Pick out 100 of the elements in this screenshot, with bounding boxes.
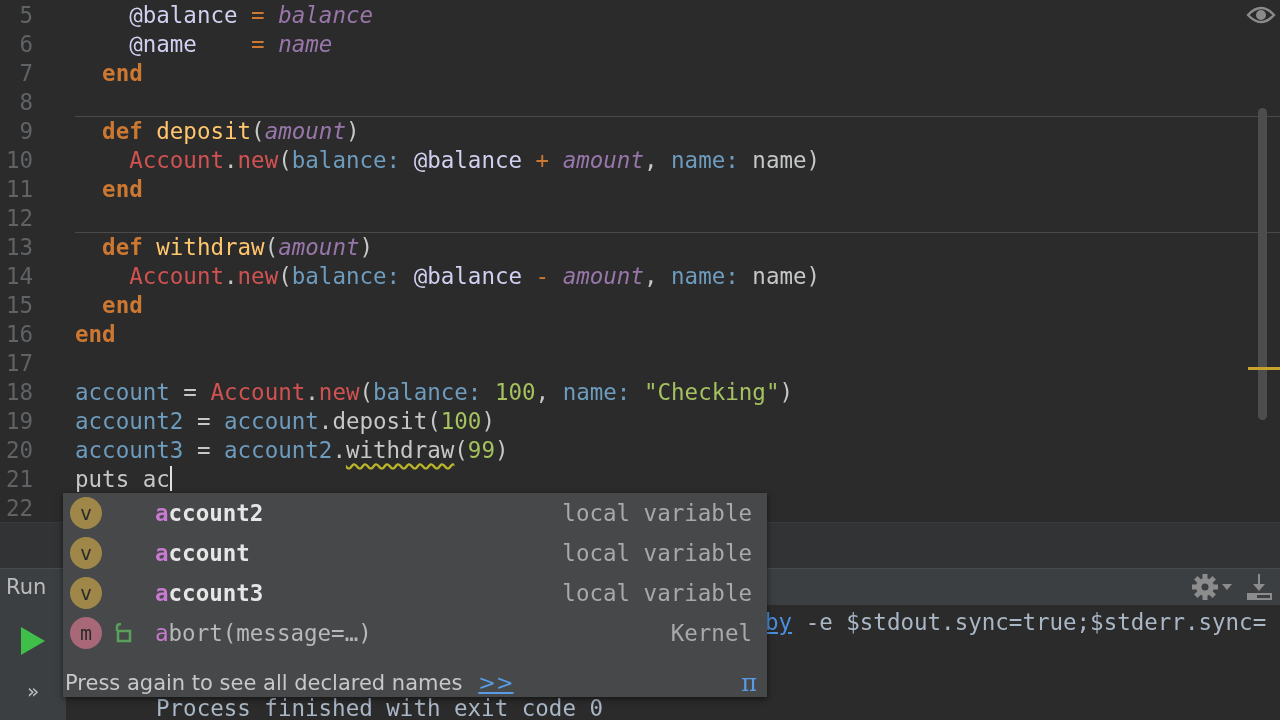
code-token: puts ac: [75, 465, 170, 492]
completion-item[interactable]: account3: [155, 580, 264, 606]
line-number: 10: [4, 146, 33, 173]
line-number: 20: [4, 436, 33, 463]
code-token: Account: [128, 146, 224, 173]
code-token: @balance: [412, 262, 523, 289]
code-token: account3: [75, 436, 184, 463]
line-number: 14: [4, 262, 33, 289]
code-token: balance: [278, 1, 374, 28]
line-number: 22: [4, 494, 33, 521]
scrollbar[interactable]: [1258, 108, 1267, 420]
code-token: .: [332, 436, 346, 463]
code-token: def: [101, 118, 143, 144]
symbol-kind-badge: v: [70, 577, 102, 609]
completion-hint: Press again to see all declared names: [65, 670, 463, 695]
code-token: balance:: [291, 262, 401, 289]
code-token: account2: [224, 436, 333, 463]
code-token: ): [345, 118, 360, 144]
code-token: 100: [493, 378, 536, 405]
eye-icon[interactable]: [1246, 4, 1276, 26]
code-token: amount: [562, 262, 644, 289]
console-link[interactable]: by: [765, 608, 793, 635]
code-token: Account: [128, 262, 224, 289]
code-token: ,: [643, 262, 659, 289]
console-output: Process finished with exit code 0: [156, 694, 604, 720]
code-token: (: [278, 146, 292, 173]
code-token: @name: [128, 30, 197, 57]
line-number: 9: [18, 117, 33, 144]
line-number: 8: [18, 88, 33, 115]
line-number: 16: [4, 320, 33, 347]
symbol-kind-badge: v: [70, 537, 102, 569]
code-token: def: [101, 234, 143, 260]
code-token: Account: [210, 378, 306, 405]
symbol-kind-badge: m: [70, 617, 102, 649]
code-token: .deposit(: [318, 407, 441, 434]
error-stripe-marker[interactable]: [1248, 367, 1280, 370]
code-token: name: [278, 30, 333, 57]
warning-code-token: withdraw: [345, 436, 455, 463]
code-token: end: [101, 291, 143, 318]
code-token: =: [250, 1, 266, 28]
completion-type: local variable: [562, 540, 752, 566]
code-token: new: [318, 378, 360, 405]
code-token: end: [101, 59, 143, 86]
completion-item[interactable]: abort(message=…): [155, 620, 372, 646]
code-token: =: [195, 436, 212, 463]
code-token: .: [224, 262, 238, 289]
line-number: 7: [18, 59, 33, 86]
line-number: 12: [4, 204, 33, 231]
code-token: balance:: [291, 146, 401, 173]
code-token: @balance: [412, 146, 523, 173]
code-token: (: [359, 378, 374, 405]
completion-item[interactable]: account: [155, 540, 250, 566]
code-token: name:: [671, 262, 739, 289]
code-token: -: [534, 262, 551, 289]
code-token: =: [182, 378, 198, 405]
code-token: ): [481, 407, 495, 434]
show-all-link[interactable]: >>: [478, 670, 514, 695]
code-token: new: [237, 146, 279, 173]
line-number: 11: [4, 175, 33, 202]
line-number: 18: [4, 378, 33, 405]
code-token: new: [237, 262, 279, 289]
line-number: 6: [18, 30, 33, 57]
code-token: @balance: [128, 1, 238, 28]
code-token: account2: [75, 407, 184, 434]
console-output: -e $stdout.sync=true;$stderr.sync=: [804, 608, 1267, 635]
code-token: (: [264, 234, 279, 260]
code-token: "Checking": [642, 378, 780, 405]
tool-window-title[interactable]: Run: [6, 575, 47, 599]
code-token: name:: [671, 146, 739, 173]
download-icon[interactable]: [1244, 572, 1274, 602]
code-token: =: [250, 30, 266, 57]
code-token: amount: [264, 118, 346, 144]
code-token: name:: [562, 378, 631, 405]
code-token: ): [494, 436, 509, 463]
code-token: account: [224, 407, 319, 434]
code-token: ): [359, 234, 374, 260]
line-number: 5: [18, 1, 33, 28]
pi-icon[interactable]: π: [741, 668, 757, 697]
run-icon[interactable]: [19, 625, 47, 657]
completion-item[interactable]: account2: [155, 500, 264, 526]
symbol-kind-badge: v: [70, 497, 102, 529]
code-token: name): [751, 146, 821, 173]
line-number: 19: [4, 407, 33, 434]
line-number: 15: [4, 291, 33, 318]
code-token: balance:: [373, 378, 482, 405]
code-token: ): [779, 378, 793, 405]
code-token: end: [75, 320, 116, 347]
code-token: +: [534, 146, 551, 173]
code-token: deposit: [155, 118, 252, 144]
code-token: .: [224, 146, 238, 173]
code-token: ,: [643, 146, 659, 173]
code-token: 100: [440, 407, 482, 434]
completion-type: local variable: [562, 500, 752, 526]
code-token: ,: [535, 378, 551, 405]
code-token: .: [305, 378, 319, 405]
more-button[interactable]: »: [26, 679, 40, 703]
code-token: withdraw: [155, 234, 265, 260]
code-token: (: [278, 262, 292, 289]
code-token: amount: [278, 234, 360, 260]
code-token: end: [101, 175, 143, 202]
